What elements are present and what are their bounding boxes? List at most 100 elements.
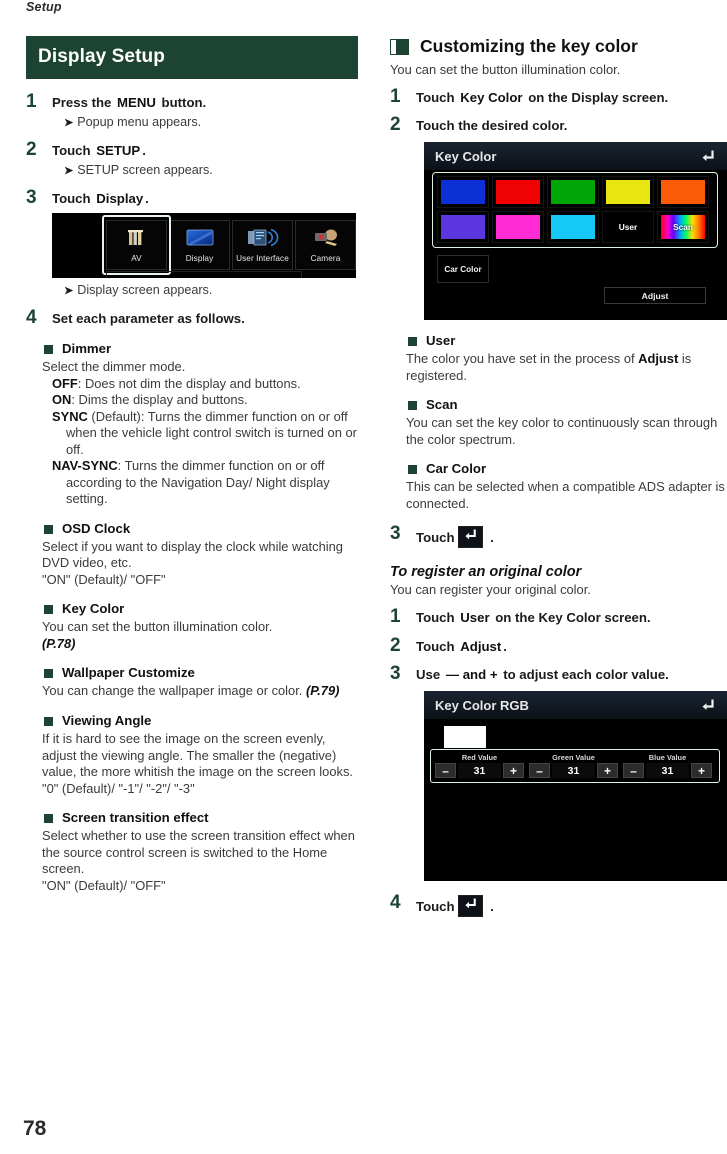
step-text: Touch . [416,895,727,918]
param-heading-label: OSD Clock [62,520,131,536]
setup-tile-user-interface[interactable]: User Interface [232,220,293,271]
step-number: 2 [390,114,401,136]
back-arrow-glyph [459,527,482,546]
step-keyword: User [460,609,490,625]
step-text: Touch User on the Key Color screen. [416,609,727,627]
param-osd-clock-desc: Select if you want to display the clock … [42,538,343,571]
param-screen-transition-values: "ON" (Default)/ "OFF" [42,877,166,893]
back-arrow-icon[interactable] [458,895,484,918]
swatch-scan[interactable]: Scan [657,211,709,244]
param-key-color-pageref[interactable]: (P.78) [42,636,358,653]
setup-tile-av[interactable]: AV [106,220,167,271]
color-preview-swatch [444,726,486,749]
param-screen-transition-desc: Select whether to use the screen transit… [42,828,355,877]
rgb-controls-row: Red Value – 31 + Green Value – 31 + Blue… [435,753,712,779]
option-term: OFF [52,375,78,391]
swatch-label: Scan [672,222,694,233]
red-minus-button[interactable]: – [435,763,456,779]
step-number: 1 [26,91,37,112]
desc-heading-label: Car Color [426,461,487,477]
step-keyword: SETUP [96,142,141,158]
desc-bold-term: Adjust [638,351,679,367]
rgb-screen-title: Key Color RGB [435,698,529,714]
back-arrow-icon[interactable] [698,148,718,166]
param-heading-dimmer: Dimmer [42,340,358,358]
swatch-green[interactable] [547,176,599,209]
swatch-red[interactable] [492,176,544,209]
param-dimmer-option-on: ON: Dims the display and buttons. [42,392,358,409]
desc-heading-label: Scan [426,397,458,413]
setup-tile-label: AV [131,254,142,264]
desc-heading-user: User [406,332,727,350]
swatch-fill [441,215,485,240]
rgb-channel-label: Blue Value [648,753,687,763]
back-arrow-icon[interactable] [698,697,718,715]
blue-minus-button[interactable]: – [623,763,644,779]
swatch-fill [661,180,705,205]
param-heading-screen-transition-effect: Screen transition effect [42,809,358,827]
swatch-fill [551,180,595,205]
step-text-post: to adjust each color value. [499,667,669,683]
step-result-text: Popup menu appears. [77,114,202,129]
step-text-post: . [145,190,149,206]
blue-plus-button[interactable]: + [691,763,712,779]
step-text-post: . [490,899,494,915]
step-number: 4 [26,307,37,329]
param-wallpaper-desc: You can change the wallpaper image or co… [42,683,358,700]
setup-tile-display[interactable]: Display [169,220,230,271]
param-wallpaper-text: You can change the wallpaper image or co… [42,683,306,699]
swatch-purple[interactable] [437,211,489,244]
running-head: Setup [26,0,62,14]
step-4: 4 Set each parameter as follows. [26,307,358,329]
step-number: 3 [390,523,401,545]
step-text-post: on the Display screen. [524,89,669,105]
desc-car-color-text: This can be selected when a compatible A… [406,479,725,511]
setup-tile-camera[interactable]: Camera [295,220,356,271]
swatch-orange[interactable] [657,176,709,209]
option-term: SYNC [52,408,88,424]
rgb-channel-blue: Blue Value – 31 + [623,753,712,779]
register-step-3: 3 Use — and + to adjust each color value… [390,663,727,684]
result-arrow-icon: ➤ [64,285,74,298]
step-text-pre: Use [416,667,444,683]
step-result: ➤ SETUP screen appears. [52,162,358,179]
register-step-4: 4 Touch . [390,892,727,918]
keycolor-step-1: 1 Touch Key Color on the Display screen. [390,86,727,107]
step-text-pre: Touch [416,899,459,915]
book-icon [390,38,411,56]
car-color-button[interactable]: Car Color [437,255,489,284]
green-minus-button[interactable]: – [529,763,550,779]
param-dimmer-option-off: OFF: Does not dim the display and button… [42,376,358,393]
key-color-rgb-screenshot: Key Color RGB Red Value – 31 + Green Val… [424,691,727,882]
back-arrow-icon[interactable] [458,526,484,549]
step-text: Touch Adjust. [416,638,727,656]
setup-tile-label: User Interface [236,254,289,264]
swatch-blue[interactable] [437,176,489,209]
swatch-cyan[interactable] [547,211,599,244]
rgb-channel-green: Green Value – 31 + [529,753,618,779]
setup-screen-screenshot: AV Display User Interface Camera [52,213,356,279]
swatch-fill [606,180,650,205]
swatch-yellow[interactable] [602,176,654,209]
register-step-2: 2 Touch Adjust. [390,635,727,656]
step-keyword: Display [96,190,144,206]
manual-page: Setup Display Setup 1 Press the MENU but… [0,0,727,1154]
param-wallpaper-pageref[interactable]: (P.79) [306,683,339,698]
step-text: Set each parameter as follows. [52,311,245,327]
param-heading-osd-clock: OSD Clock [42,520,358,538]
chapter-intro: You can set the button illumination colo… [390,62,621,77]
param-heading-wallpaper-customize: Wallpaper Customize [42,664,358,682]
user-interface-icon [246,228,280,253]
desc-heading-label: User [426,333,456,349]
step-text-post: . [503,638,507,654]
option-desc: (Default): Turns the dimmer function on … [66,408,357,457]
left-column: Display Setup 1 Press the MENU button. ➤… [26,36,358,894]
swatch-fill [441,180,485,205]
swatch-magenta[interactable] [492,211,544,244]
setup-tile-label: Display [185,254,214,264]
green-plus-button[interactable]: + [597,763,618,779]
swatch-user[interactable]: User [602,211,654,244]
adjust-button[interactable]: Adjust [604,287,706,305]
red-plus-button[interactable]: + [503,763,524,779]
option-desc: : Dims the display and buttons. [71,392,248,408]
